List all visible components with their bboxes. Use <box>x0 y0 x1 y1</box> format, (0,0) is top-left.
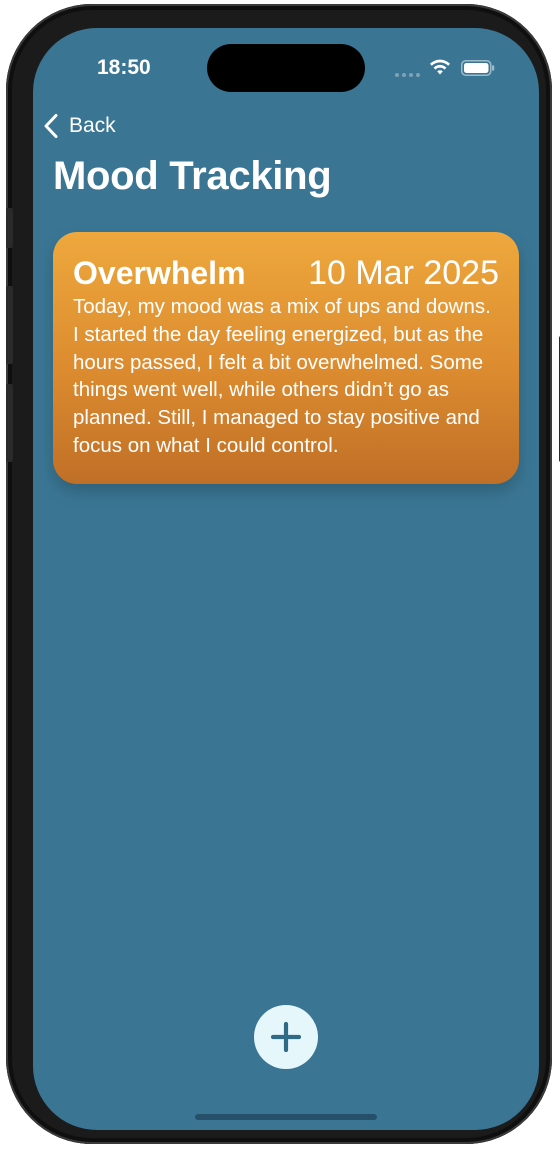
back-button[interactable]: Back <box>43 112 116 140</box>
back-label: Back <box>69 114 116 137</box>
plus-icon <box>270 1021 302 1053</box>
status-time: 18:50 <box>97 56 151 79</box>
mood-entry-card[interactable]: Overwhelm 10 Mar 2025 Today, my mood was… <box>53 232 519 484</box>
mood-entry-date: 10 Mar 2025 <box>308 254 499 292</box>
dynamic-island <box>207 44 365 92</box>
chevron-left-icon <box>44 114 58 138</box>
page-title: Mood Tracking <box>53 154 332 198</box>
device-frame: 18:50 Back Mood Tracking Overwhelm 10 Ma… <box>6 4 560 1144</box>
mood-entry-mood: Overwhelm <box>73 255 246 291</box>
wifi-icon <box>430 59 450 75</box>
mood-entry-header: Overwhelm 10 Mar 2025 <box>73 254 499 293</box>
screen: 18:50 Back Mood Tracking Overwhelm 10 Ma… <box>33 28 539 1130</box>
silent-switch <box>6 208 13 248</box>
volume-down-button <box>6 384 13 462</box>
add-entry-button[interactable] <box>254 1005 318 1069</box>
battery-icon <box>461 60 495 76</box>
volume-up-button <box>6 286 13 364</box>
mood-entry-text: Today, my mood was a mix of ups and down… <box>73 295 491 457</box>
signal-icon <box>395 71 421 77</box>
home-indicator[interactable] <box>195 1114 377 1120</box>
